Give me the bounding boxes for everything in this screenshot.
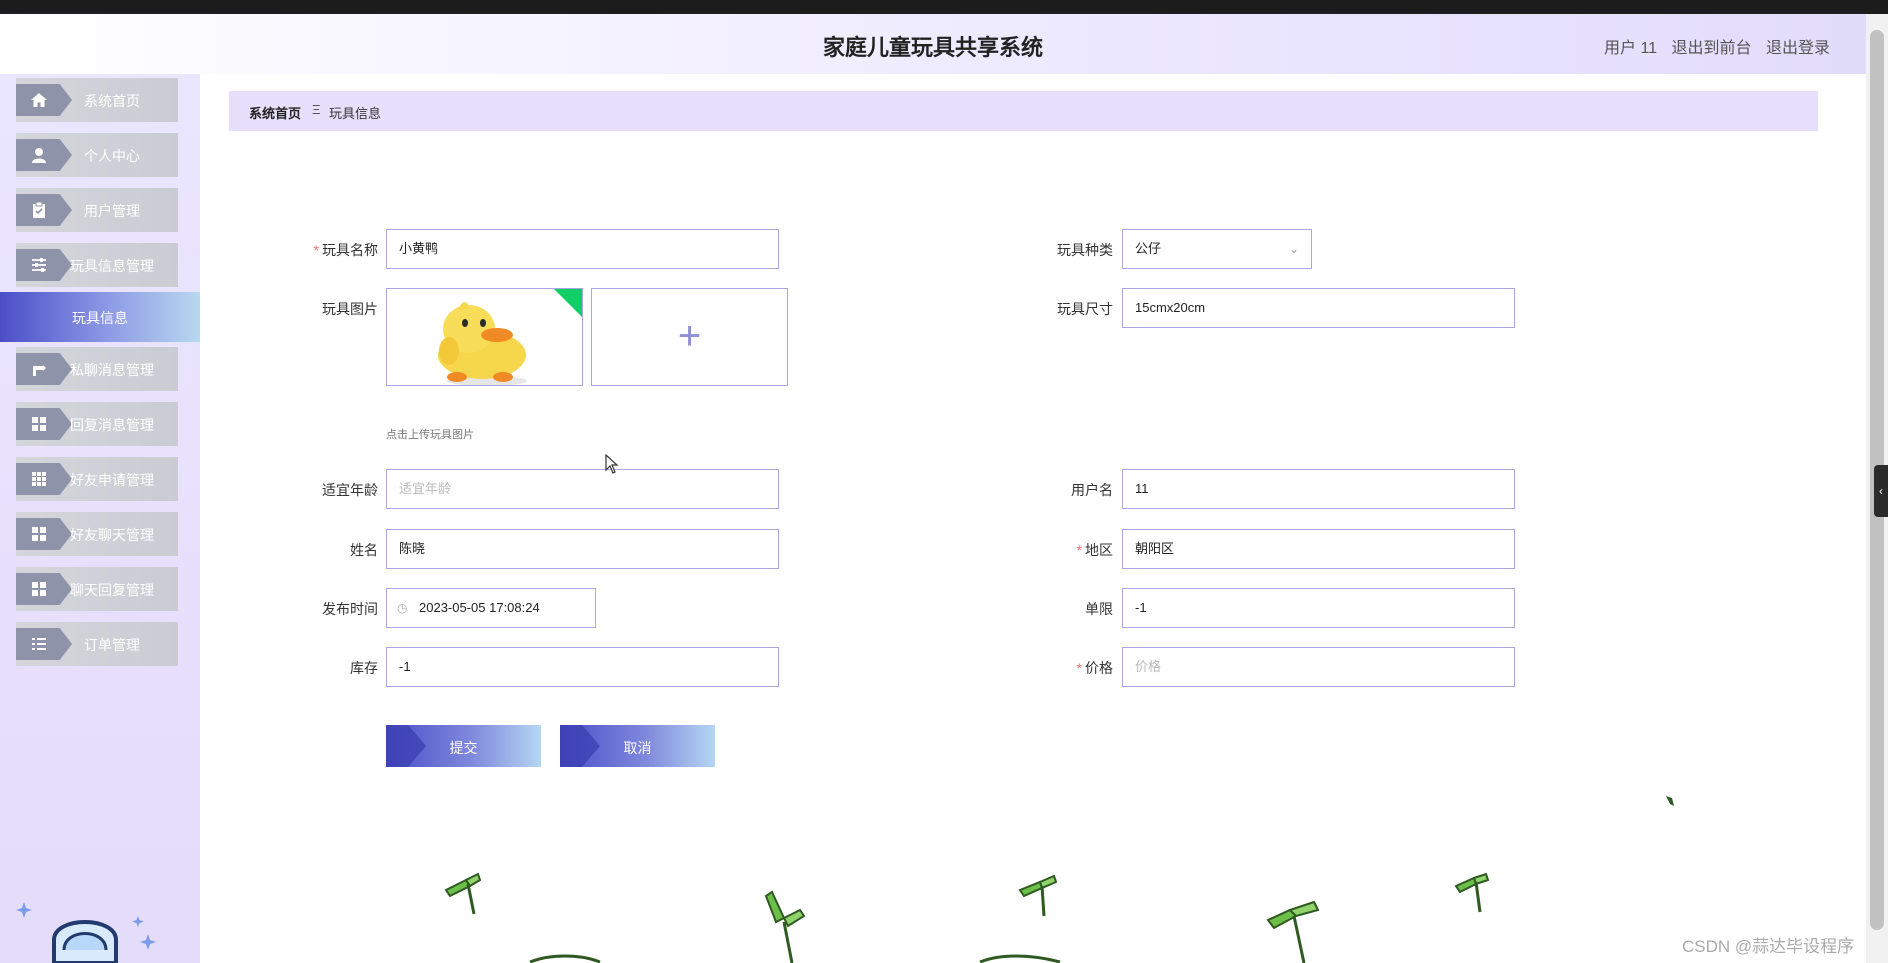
current-user-label: 用户 11 [1604, 40, 1658, 57]
required-mark: * [1076, 542, 1082, 558]
clock-icon: ◷ [397, 601, 408, 615]
breadcrumb: 系统首页 Ξ 玩具信息 [229, 91, 1818, 131]
sidebar-item-label: 私聊消息管理 [70, 362, 154, 378]
price-input[interactable]: 价格 [1122, 647, 1515, 687]
sidebar-item-friend-chat-management[interactable]: 好友聊天管理 [16, 512, 178, 556]
stock-label: 库存 [350, 660, 378, 676]
app-header: 家庭儿童玩具共享系统 用户 11 退出到前台 退出登录 [0, 14, 1866, 74]
sidebar-item-label: 聊天回复管理 [70, 582, 154, 598]
cancel-button[interactable]: 取消 [560, 725, 715, 767]
sidebar: 系统首页 个人中心 用户管理 玩具信息管理 玩具信息 私聊消息管理 回复消息管理… [0, 74, 200, 963]
sidebar-item-label: 玩具信息 [72, 310, 128, 326]
upload-tip: 点击上传玩具图片 [386, 429, 474, 441]
breadcrumb-home[interactable]: 系统首页 [249, 103, 301, 122]
submit-button[interactable]: 提交 [386, 725, 541, 767]
logout-link[interactable]: 退出登录 [1766, 40, 1830, 57]
publish-time-picker[interactable]: ◷ 2023-05-05 17:08:24 [386, 588, 596, 628]
toy-size-input[interactable]: 15cmx20cm [1122, 288, 1515, 328]
required-mark: * [1076, 660, 1082, 676]
name-input[interactable]: 陈晓 [386, 529, 779, 569]
region-input[interactable]: 朝阳区 [1122, 529, 1515, 569]
sidebar-item-toy-info[interactable]: 玩具信息 [0, 292, 200, 342]
sidebar-item-personal-center[interactable]: 个人中心 [16, 133, 178, 177]
main-content [200, 74, 1866, 963]
sidebar-item-label: 系统首页 [84, 93, 140, 109]
toy-name-input[interactable]: 小黄鸭 [386, 229, 779, 269]
username-input[interactable]: 11 [1122, 469, 1515, 509]
sidebar-item-label: 订单管理 [84, 637, 140, 653]
sidebar-item-label: 用户管理 [84, 203, 140, 219]
sidebar-item-toy-info-management[interactable]: 玩具信息管理 [16, 243, 178, 287]
chevron-down-icon: ⌄ [1288, 242, 1299, 256]
price-label: * 价格 [1076, 660, 1113, 676]
sidebar-item-label: 个人中心 [84, 148, 140, 164]
mascot-decoration [16, 902, 156, 963]
upload-success-corner [554, 289, 582, 317]
publish-time-label: 发布时间 [322, 601, 378, 617]
sidebar-item-reply-message-management[interactable]: 回复消息管理 [16, 402, 178, 446]
toy-type-select[interactable]: 公仔 ⌄ [1122, 229, 1312, 269]
limit-label: 单限 [1085, 601, 1113, 617]
age-label: 适宜年龄 [322, 482, 378, 498]
plus-icon: + [677, 314, 702, 358]
os-title-bar [0, 0, 1888, 14]
toy-size-label: 玩具尺寸 [1057, 301, 1113, 317]
region-label: * 地区 [1076, 542, 1113, 558]
breadcrumb-current: 玩具信息 [329, 106, 382, 121]
toy-type-label: 玩具种类 [1057, 242, 1113, 258]
side-collapse-tab[interactable]: ‹ [1874, 465, 1888, 517]
toy-image-label: 玩具图片 [322, 301, 378, 317]
sidebar-item-friend-request-management[interactable]: 好友申请管理 [16, 457, 178, 501]
required-mark: * [313, 242, 319, 258]
limit-input[interactable]: -1 [1122, 588, 1515, 628]
sidebar-item-chat-reply-management[interactable]: 聊天回复管理 [16, 567, 178, 611]
sidebar-item-label: 好友申请管理 [70, 472, 154, 488]
sidebar-item-home[interactable]: 系统首页 [16, 78, 178, 122]
back-to-front-link[interactable]: 退出到前台 [1672, 40, 1752, 57]
app-title: 家庭儿童玩具共享系统 [822, 36, 1043, 61]
sidebar-item-user-management[interactable]: 用户管理 [16, 188, 178, 232]
stock-input[interactable]: -1 [386, 647, 779, 687]
toy-type-selected: 公仔 [1135, 241, 1162, 256]
sidebar-item-label: 玩具信息管理 [70, 258, 154, 274]
toy-name-label: * 玩具名称 [313, 242, 378, 258]
chevron-left-icon: ‹ [1879, 484, 1883, 498]
username-label: 用户名 [1071, 482, 1113, 498]
publish-time-value: 2023-05-05 17:08:24 [419, 600, 540, 615]
sidebar-item-label: 回复消息管理 [70, 417, 154, 433]
user-area: 用户 11 退出到前台 退出登录 [1594, 34, 1830, 58]
upload-image-button[interactable]: + [591, 288, 788, 386]
breadcrumb-separator: Ξ [312, 102, 321, 117]
mouse-cursor-icon [605, 454, 619, 474]
sidebar-item-order-management[interactable]: 订单管理 [16, 622, 178, 666]
name-label: 姓名 [350, 542, 378, 558]
watermark: CSDN @蒜达毕设程序 [1682, 937, 1855, 956]
toy-image-thumbnail[interactable] [386, 288, 583, 386]
sidebar-item-private-message-management[interactable]: 私聊消息管理 [16, 347, 178, 391]
sidebar-item-label: 好友聊天管理 [70, 527, 154, 543]
age-input[interactable]: 适宜年龄 [386, 469, 779, 509]
